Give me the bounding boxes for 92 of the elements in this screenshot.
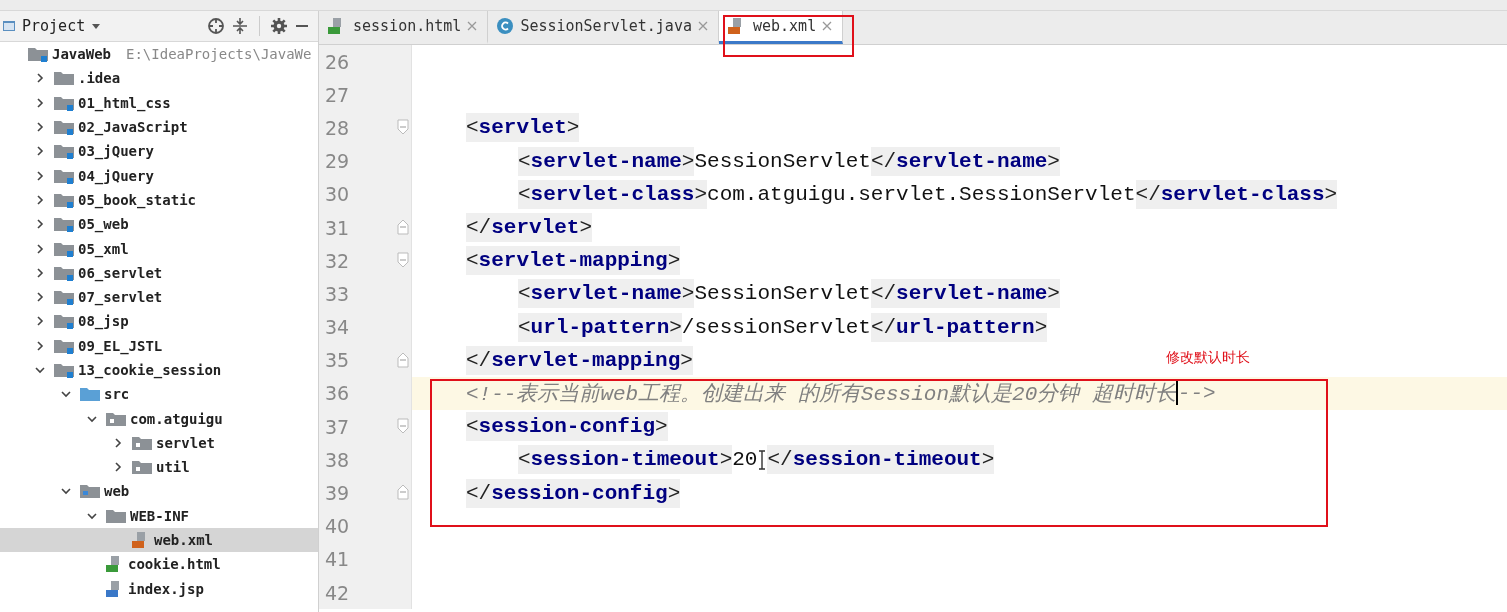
panel-title[interactable]: Project [22,17,86,35]
xml-tag: </url-pattern> [870,312,1048,342]
line-number: 30 [324,183,350,206]
tree-item[interactable]: 01_html_css [0,90,318,115]
code-comment: <!--表示当前web工程。创建出来 的所有Session默认是20分钟 超时时长 [466,381,1176,408]
item-label: 08_jsp [78,313,129,330]
line-number: 34 [324,316,350,339]
line-number: 42 [324,581,350,604]
line-number: 40 [324,515,350,538]
item-label: util [156,459,190,476]
item-label: .idea [78,70,121,87]
tree-item[interactable]: 03_jQuery [0,139,318,164]
xml-tag: </servlet-name> [870,146,1060,176]
tree-item[interactable]: web.xml [0,527,318,553]
line-number: 35 [324,349,350,372]
xml-tag: <session-timeout> [518,445,733,475]
item-label: 02_JavaScript [78,119,188,136]
line-number: 26 [324,50,350,73]
tree-item[interactable]: 13_cookie_session [0,357,318,383]
element-text: SessionServlet [694,149,871,173]
xml-tag: </servlet> [466,213,593,243]
item-label: index.jsp [128,580,204,597]
xml-tag: <servlet> [466,113,580,143]
item-label: cookie.html [128,556,221,573]
tree-item[interactable]: WEB-INF [0,503,318,528]
element-text: com.atguigu.servlet.SessionServlet [707,182,1136,206]
item-label: 05_web [78,216,129,233]
xml-tag: <servlet-mapping> [466,246,681,276]
item-label: src [104,386,130,403]
item-label: 07_servlet [78,289,163,306]
tree-item[interactable]: servlet [0,430,318,456]
line-number: 32 [324,249,350,272]
tree-item[interactable]: 04_jQuery [0,163,318,188]
line-number: 28 [324,116,350,139]
xml-tag: <url-pattern> [518,312,682,342]
line-number: 29 [324,150,350,173]
tree-item[interactable]: 06_servlet [0,260,318,285]
item-label: web [104,483,130,500]
xml-tag: <servlet-class> [518,179,708,209]
item-label: JavaWeb [52,46,111,63]
tree-item[interactable]: 05_web [0,212,318,237]
editor-tab[interactable]: web.xml [718,11,844,44]
tree-item[interactable]: 05_xml [0,236,318,261]
xml-tag: <servlet-name> [518,146,695,176]
tree-item[interactable]: JavaWeb E:\IdeaProjects\JavaWe [0,42,318,67]
tree-item[interactable]: cookie.html [0,552,318,577]
tree-item[interactable]: 05_book_static [0,187,318,213]
xml-tag: </session-timeout> [767,445,995,475]
element-text: SessionServlet [694,282,871,306]
line-number: 33 [324,282,350,305]
item-label: web.xml [154,532,213,549]
element-text: /sessionServlet [681,315,871,339]
xml-tag: </servlet-mapping> [466,345,693,375]
item-label: 03_jQuery [78,143,154,160]
xml-tag: </session-config> [466,478,681,508]
code-comment: --> [1177,381,1216,405]
line-number: 36 [324,382,350,405]
item-path: E:\IdeaProjects\JavaWe [126,46,312,63]
tree-item[interactable]: index.jsp [0,576,318,601]
tree-item[interactable]: 07_servlet [0,284,318,310]
tree-item[interactable]: src [0,382,318,407]
editor-tab[interactable]: session.html [319,11,489,44]
item-label: 01_html_css [78,94,171,111]
tree-item[interactable]: util [0,455,318,480]
tree-item[interactable]: web [0,479,318,504]
editor-tab[interactable]: SessionServlet.java [488,11,719,44]
line-number: 37 [324,415,350,438]
line-number: 38 [324,448,350,471]
item-label: 05_xml [78,240,129,257]
tree-item[interactable]: 02_JavaScript [0,114,318,140]
item-label: 04_jQuery [78,167,154,184]
tree-item[interactable]: com.atguigu [0,406,318,431]
xml-tag: </servlet-name> [870,279,1060,309]
item-label: 09_EL_JSTL [78,337,163,354]
item-label: 05_book_static [78,191,196,208]
xml-tag: </servlet-class> [1135,179,1338,209]
tree-item[interactable]: 09_EL_JSTL [0,333,318,358]
annotation-note: 修改默认时长 [1166,349,1250,367]
xml-tag: <servlet-name> [518,279,695,309]
line-number: 39 [324,482,350,505]
line-number: 31 [324,216,350,239]
line-number: 41 [324,548,350,571]
line-number: 27 [324,83,350,106]
tree-item[interactable]: 08_jsp [0,309,318,334]
element-text: 20 [732,448,758,472]
item-label: servlet [156,434,215,451]
item-label: 06_servlet [78,264,163,281]
item-label: com.atguigu [130,410,223,427]
tree-item[interactable]: .idea [0,66,318,91]
item-label: WEB-INF [130,507,189,524]
item-label: 13_cookie_session [78,362,222,378]
xml-tag: <session-config> [466,412,668,442]
